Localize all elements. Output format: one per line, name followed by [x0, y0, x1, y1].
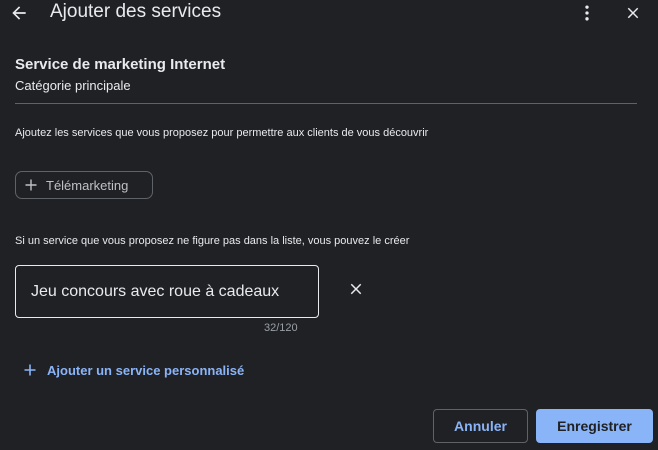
- save-button[interactable]: Enregistrer: [536, 409, 653, 443]
- dialog-header: Ajouter des services: [0, 0, 658, 26]
- service-chip-label: Télémarketing: [46, 177, 129, 193]
- service-chip-telemarketing[interactable]: Télémarketing: [15, 171, 153, 199]
- cancel-button[interactable]: Annuler: [433, 409, 528, 443]
- plus-icon: [24, 364, 36, 376]
- category-name: Service de marketing Internet: [15, 56, 226, 73]
- arrow-back-icon: [12, 6, 26, 20]
- custom-service-input[interactable]: [16, 282, 318, 301]
- divider: [15, 103, 637, 104]
- close-button[interactable]: [622, 2, 644, 24]
- custom-service-hint: Si un service que vous proposez ne figur…: [15, 235, 410, 247]
- close-icon: [627, 7, 639, 19]
- close-icon: [350, 283, 362, 295]
- more-vert-icon: [585, 5, 589, 21]
- add-services-dialog: Ajouter des services Service de marketin…: [0, 0, 658, 450]
- add-custom-service-label: Ajouter un service personnalisé: [47, 362, 245, 378]
- custom-service-field: [15, 265, 319, 318]
- remove-custom-service-button[interactable]: [346, 279, 366, 299]
- back-button[interactable]: [8, 2, 30, 24]
- plus-icon: [25, 179, 37, 191]
- character-counter: 32/120: [264, 322, 298, 334]
- add-custom-service-button[interactable]: Ajouter un service personnalisé: [24, 360, 244, 380]
- more-options-button[interactable]: [577, 2, 597, 24]
- dialog-title: Ajouter des services: [50, 1, 222, 22]
- category-type: Catégorie principale: [15, 78, 131, 93]
- suggested-services-hint: Ajoutez les services que vous proposez p…: [15, 127, 429, 139]
